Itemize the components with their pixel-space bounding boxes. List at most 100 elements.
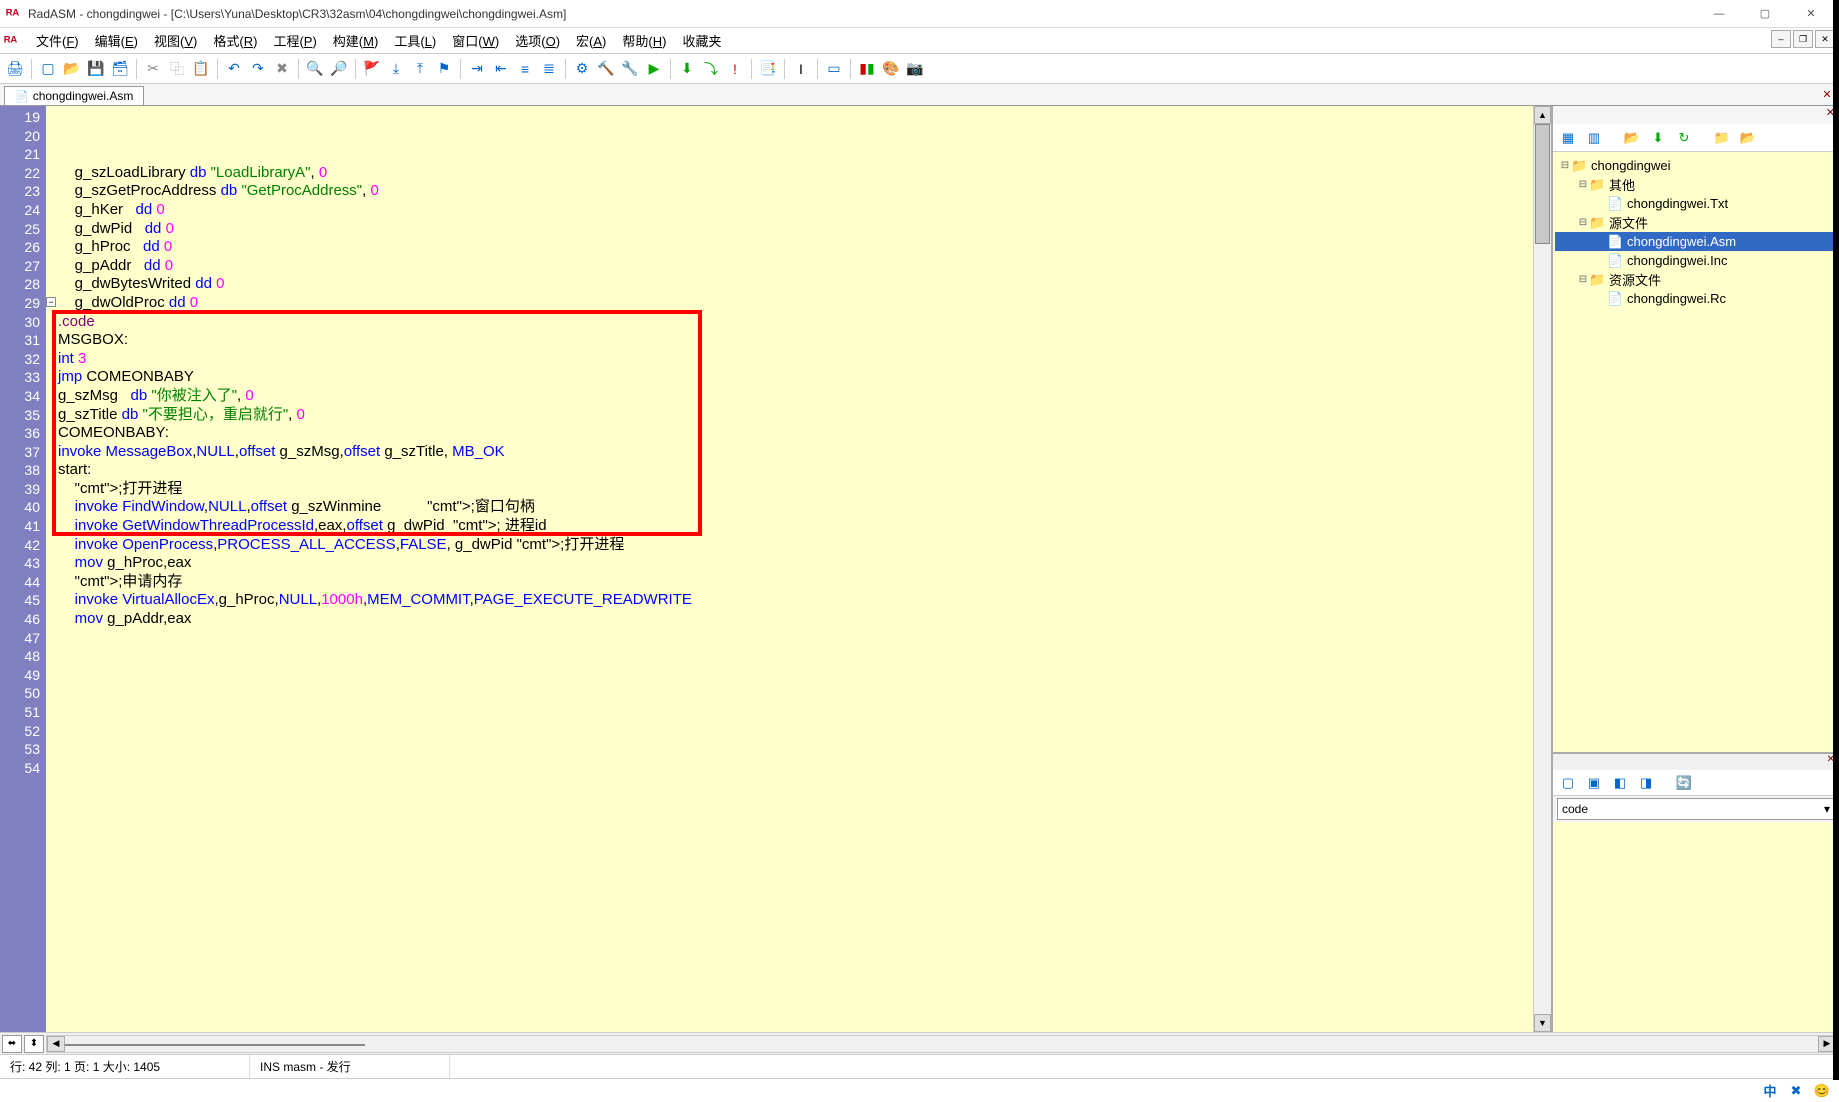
ime-shape-icon[interactable]: ✖ bbox=[1787, 1082, 1805, 1100]
bookmark-prev-icon[interactable]: ⤒ bbox=[409, 58, 431, 80]
close-button[interactable]: ✕ bbox=[1797, 4, 1825, 24]
debug-stop-icon[interactable]: ! bbox=[724, 58, 746, 80]
tree-label: chongdingwei.Txt bbox=[1625, 196, 1728, 211]
mdi-close-button[interactable]: ✕ bbox=[1815, 30, 1835, 48]
menu-工具[interactable]: 工具(L) bbox=[386, 29, 444, 52]
split-h-icon[interactable]: ⬌ bbox=[2, 1035, 22, 1053]
tab-chongdingwei-asm[interactable]: 📄 chongdingwei.Asm bbox=[4, 86, 144, 105]
cut-icon[interactable]: ✂ bbox=[142, 58, 164, 80]
save-all-icon[interactable]: 🗃 bbox=[109, 58, 131, 80]
tree-node-chongdingwei.Txt[interactable]: 📄chongdingwei.Txt bbox=[1555, 194, 1837, 213]
debug-step-icon[interactable]: ⤵ bbox=[700, 58, 722, 80]
tree-node-chongdingwei.Asm[interactable]: 📄chongdingwei.Asm bbox=[1555, 232, 1837, 251]
delete-icon[interactable]: ✖ bbox=[271, 58, 293, 80]
tree-node-源文件[interactable]: ⊟📁源文件 bbox=[1555, 213, 1837, 232]
scroll-thumb[interactable] bbox=[1535, 124, 1550, 244]
find-replace-icon[interactable]: 🔎 bbox=[328, 58, 350, 80]
indent-icon[interactable]: ⇥ bbox=[466, 58, 488, 80]
print-icon[interactable]: 🖨 bbox=[4, 58, 26, 80]
camera-icon[interactable]: 📷 bbox=[904, 58, 926, 80]
debug-go-icon[interactable]: ⬇ bbox=[676, 58, 698, 80]
prop-view1-icon[interactable]: ▢ bbox=[1557, 772, 1579, 794]
horizontal-scrollbar[interactable]: ◀ ▶ bbox=[46, 1035, 1837, 1053]
tree-node-chongdingwei[interactable]: ⊟📁chongdingwei bbox=[1555, 156, 1837, 175]
file-icon: 📄 bbox=[15, 90, 29, 103]
undo-icon[interactable]: ↶ bbox=[223, 58, 245, 80]
scroll-down-icon[interactable]: ▼ bbox=[1534, 1014, 1551, 1032]
bookmark-toggle-icon[interactable]: 🚩 bbox=[361, 58, 383, 80]
scroll-up-icon[interactable]: ▲ bbox=[1534, 106, 1551, 124]
properties-combo[interactable]: code ▾ bbox=[1557, 798, 1835, 820]
outdent-icon[interactable]: ⇤ bbox=[490, 58, 512, 80]
tree-node-资源文件[interactable]: ⊟📁资源文件 bbox=[1555, 270, 1837, 289]
text-cursor-icon[interactable]: I bbox=[790, 58, 812, 80]
chevron-down-icon: ▾ bbox=[1824, 802, 1830, 816]
editor-bottom-bar: ⬌ ⬍ ◀ ▶ bbox=[0, 1032, 1839, 1054]
palette-icon[interactable]: 🎨 bbox=[880, 58, 902, 80]
menu-文件[interactable]: 文件(F) bbox=[28, 29, 87, 52]
colors-icon[interactable]: ▮▮ bbox=[856, 58, 878, 80]
maximize-button[interactable]: ▢ bbox=[1751, 4, 1779, 24]
redo-icon[interactable]: ↷ bbox=[247, 58, 269, 80]
comment-icon[interactable]: ≡ bbox=[514, 58, 536, 80]
minimize-button[interactable]: — bbox=[1705, 4, 1733, 24]
mdi-restore-button[interactable]: ❐ bbox=[1793, 30, 1813, 48]
resource-icon[interactable]: 📑 bbox=[757, 58, 779, 80]
mdi-minimize-button[interactable]: – bbox=[1771, 30, 1791, 48]
build-icon[interactable]: 🔨 bbox=[595, 58, 617, 80]
refresh-icon[interactable]: ↻ bbox=[1673, 127, 1695, 149]
fold-toggle-icon[interactable]: − bbox=[46, 297, 56, 307]
ime-emoji-icon[interactable]: 😊 bbox=[1813, 1082, 1831, 1100]
project-tree[interactable]: ⊟📁chongdingwei⊟📁其他📄chongdingwei.Txt⊟📁源文件… bbox=[1553, 152, 1839, 752]
dialog-icon[interactable]: ▭ bbox=[823, 58, 845, 80]
menu-格式[interactable]: 格式(R) bbox=[205, 29, 265, 52]
menu-窗口[interactable]: 窗口(W) bbox=[444, 29, 507, 52]
bookmark-clear-icon[interactable]: ⚑ bbox=[433, 58, 455, 80]
assemble-icon[interactable]: ⚙ bbox=[571, 58, 593, 80]
prop-view4-icon[interactable]: ◨ bbox=[1635, 772, 1657, 794]
expand-icon[interactable]: ⊟ bbox=[1559, 160, 1571, 171]
app-icon: ᴿᴬ bbox=[6, 6, 22, 22]
vertical-scrollbar[interactable]: ▲ ▼ bbox=[1533, 106, 1551, 1032]
scroll-left-icon[interactable]: ◀ bbox=[47, 1036, 65, 1052]
menu-编辑[interactable]: 编辑(E) bbox=[87, 29, 146, 52]
save-project-icon[interactable]: ⬇ bbox=[1647, 127, 1669, 149]
menu-帮助[interactable]: 帮助(H) bbox=[614, 29, 674, 52]
expand-icon[interactable]: ⊟ bbox=[1577, 217, 1589, 228]
menu-收藏夹[interactable]: 收藏夹 bbox=[674, 29, 729, 52]
menu-构建[interactable]: 构建(M) bbox=[325, 29, 387, 52]
open-file-icon[interactable]: 📂 bbox=[61, 58, 83, 80]
tree-node-chongdingwei.Inc[interactable]: 📄chongdingwei.Inc bbox=[1555, 251, 1837, 270]
tree-node-其他[interactable]: ⊟📁其他 bbox=[1555, 175, 1837, 194]
add-file-icon[interactable]: 📁 bbox=[1711, 127, 1733, 149]
tree-node-chongdingwei.Rc[interactable]: 📄chongdingwei.Rc bbox=[1555, 289, 1837, 308]
copy-icon[interactable]: ⿻ bbox=[166, 58, 188, 80]
menu-视图[interactable]: 视图(V) bbox=[146, 29, 205, 52]
uncomment-icon[interactable]: ≣ bbox=[538, 58, 560, 80]
run-icon[interactable]: ▶ bbox=[643, 58, 665, 80]
paste-icon[interactable]: 📋 bbox=[190, 58, 212, 80]
open-project-icon[interactable]: 📂 bbox=[1621, 127, 1643, 149]
prop-view2-icon[interactable]: ▣ bbox=[1583, 772, 1605, 794]
ime-lang-icon[interactable]: 中 bbox=[1761, 1082, 1779, 1100]
prop-view3-icon[interactable]: ◧ bbox=[1609, 772, 1631, 794]
expand-icon[interactable]: ⊟ bbox=[1577, 274, 1589, 285]
prop-refresh-icon[interactable]: 🔄 bbox=[1673, 772, 1695, 794]
menu-选项[interactable]: 选项(O) bbox=[507, 29, 568, 52]
view-project-icon[interactable]: ▦ bbox=[1557, 127, 1579, 149]
rebuild-icon[interactable]: 🔧 bbox=[619, 58, 641, 80]
menu-工程[interactable]: 工程(P) bbox=[265, 29, 324, 52]
view-files-icon[interactable]: ▥ bbox=[1583, 127, 1605, 149]
props-close-row: ✕ bbox=[1553, 754, 1839, 770]
menu-宏[interactable]: 宏(A) bbox=[568, 29, 614, 52]
split-v-icon[interactable]: ⬍ bbox=[24, 1035, 44, 1053]
new-file-icon[interactable]: ▢ bbox=[37, 58, 59, 80]
bookmark-next-icon[interactable]: ⤓ bbox=[385, 58, 407, 80]
hscroll-thumb[interactable] bbox=[65, 1044, 365, 1046]
save-icon[interactable]: 💾 bbox=[85, 58, 107, 80]
code-area[interactable]: g_szLoadLibrary db "LoadLibraryA", 0 g_s… bbox=[58, 106, 1533, 1032]
remove-file-icon[interactable]: 📂 bbox=[1737, 127, 1759, 149]
find-icon[interactable]: 🔍 bbox=[304, 58, 326, 80]
editor[interactable]: 1920212223242526272829303132333435363738… bbox=[0, 106, 1551, 1032]
expand-icon[interactable]: ⊟ bbox=[1577, 179, 1589, 190]
